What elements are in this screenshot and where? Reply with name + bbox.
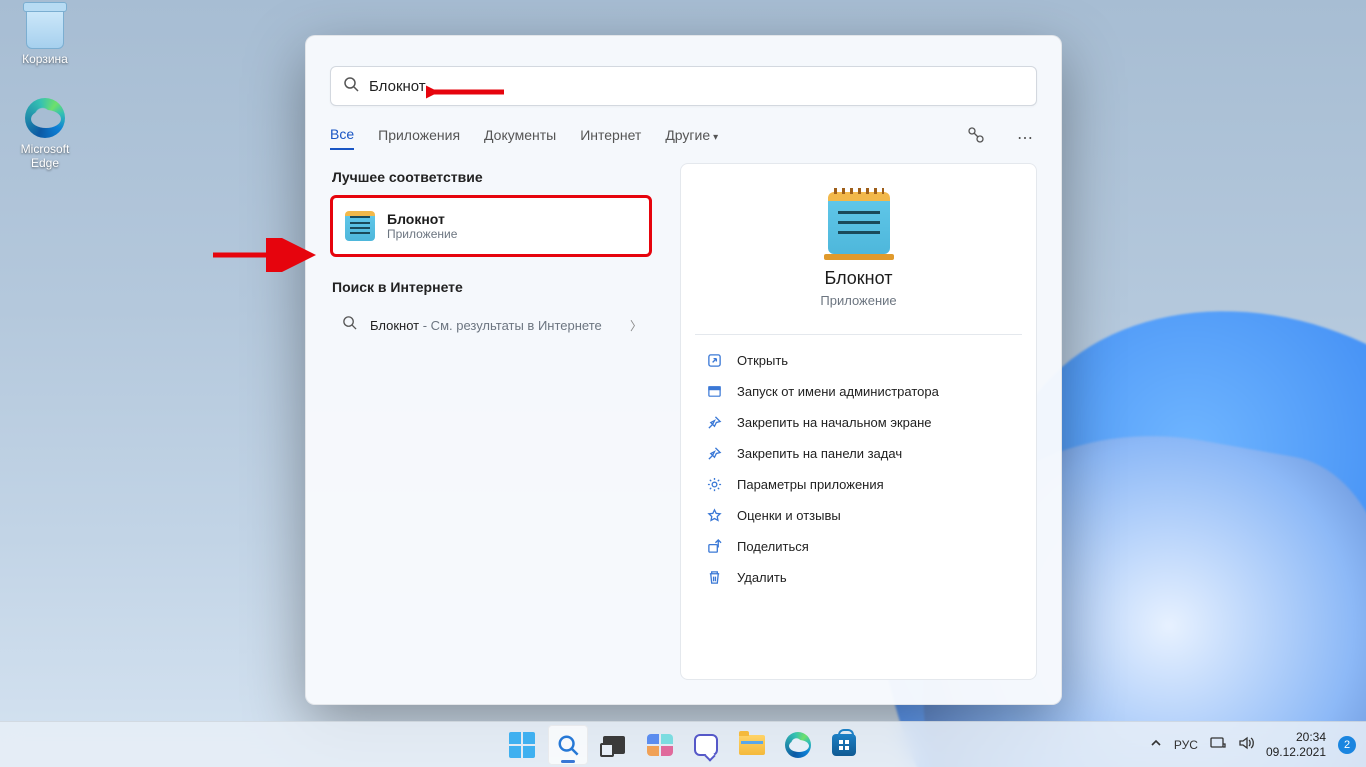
volume-icon[interactable] bbox=[1238, 736, 1254, 753]
search-bar[interactable] bbox=[330, 66, 1037, 106]
action-open[interactable]: Открыть bbox=[701, 345, 1016, 376]
action-label: Удалить bbox=[737, 570, 787, 585]
tab-all[interactable]: Все bbox=[330, 126, 354, 150]
tab-documents[interactable]: Документы bbox=[484, 127, 556, 149]
action-run-as-admin[interactable]: Запуск от имени администратора bbox=[701, 376, 1016, 407]
desktop-icon-label: Корзина bbox=[6, 52, 84, 66]
edge-icon bbox=[23, 96, 67, 140]
taskbar-search-button[interactable] bbox=[548, 725, 588, 765]
action-label: Оценки и отзывы bbox=[737, 508, 841, 523]
action-label: Закрепить на панели задач bbox=[737, 446, 902, 461]
shield-admin-icon bbox=[705, 384, 723, 399]
taskbar: РУС 20:34 09.12.2021 2 bbox=[0, 721, 1366, 767]
details-title: Блокнот bbox=[701, 268, 1016, 289]
search-icon bbox=[343, 76, 359, 97]
share-icon bbox=[705, 539, 723, 554]
action-label: Открыть bbox=[737, 353, 788, 368]
desktop-icon-label: Microsoft Edge bbox=[6, 142, 84, 170]
tab-more[interactable]: Другие▾ bbox=[665, 127, 718, 149]
task-view-button[interactable] bbox=[594, 725, 634, 765]
search-input[interactable] bbox=[369, 78, 1024, 95]
chat-icon bbox=[694, 734, 718, 756]
open-icon bbox=[705, 353, 723, 368]
language-indicator[interactable]: РУС bbox=[1174, 738, 1198, 752]
details-subtitle: Приложение bbox=[701, 293, 1016, 308]
task-view-icon bbox=[603, 736, 625, 754]
recycle-bin-icon bbox=[23, 6, 67, 50]
clock[interactable]: 20:34 09.12.2021 bbox=[1266, 730, 1326, 759]
details-pane: Блокнот Приложение Открыть Запуск от име… bbox=[680, 163, 1037, 680]
date-text: 09.12.2021 bbox=[1266, 745, 1326, 759]
section-web-title: Поиск в Интернете bbox=[332, 279, 652, 295]
action-reviews[interactable]: Оценки и отзывы bbox=[701, 500, 1016, 531]
notepad-icon bbox=[345, 211, 375, 241]
separator bbox=[695, 334, 1022, 335]
web-search-result[interactable]: Блокнот - См. результаты в Интернете 〉 bbox=[330, 305, 652, 345]
action-label: Закрепить на начальном экране bbox=[737, 415, 932, 430]
star-icon bbox=[705, 508, 723, 523]
notepad-large-icon bbox=[828, 192, 890, 254]
filter-tabs: Все Приложения Документы Интернет Другие… bbox=[306, 118, 1061, 163]
quick-search-icon[interactable] bbox=[963, 122, 989, 153]
tab-internet[interactable]: Интернет bbox=[580, 127, 641, 149]
store-icon bbox=[832, 734, 856, 756]
file-explorer-button[interactable] bbox=[732, 725, 772, 765]
action-label: Запуск от имени администратора bbox=[737, 384, 939, 399]
action-label: Параметры приложения bbox=[737, 477, 884, 492]
notification-badge[interactable]: 2 bbox=[1338, 736, 1356, 754]
action-share[interactable]: Поделиться bbox=[701, 531, 1016, 562]
edge-button[interactable] bbox=[778, 725, 818, 765]
trash-icon bbox=[705, 570, 723, 585]
tab-apps[interactable]: Приложения bbox=[378, 127, 460, 149]
pin-icon bbox=[705, 446, 723, 461]
system-tray: РУС 20:34 09.12.2021 2 bbox=[1150, 730, 1356, 759]
results-column: Лучшее соответствие Блокнот Приложение П… bbox=[330, 163, 652, 680]
action-pin-taskbar[interactable]: Закрепить на панели задач bbox=[701, 438, 1016, 469]
best-match-subtitle: Приложение bbox=[387, 227, 457, 241]
action-pin-start[interactable]: Закрепить на начальном экране bbox=[701, 407, 1016, 438]
chevron-right-icon: 〉 bbox=[630, 317, 642, 334]
best-match-title: Блокнот bbox=[387, 211, 457, 227]
edge-icon bbox=[785, 732, 811, 758]
web-result-text: Блокнот - См. результаты в Интернете bbox=[370, 318, 618, 333]
gear-icon bbox=[705, 477, 723, 492]
chat-button[interactable] bbox=[686, 725, 726, 765]
start-button[interactable] bbox=[502, 725, 542, 765]
pin-icon bbox=[705, 415, 723, 430]
action-app-settings[interactable]: Параметры приложения bbox=[701, 469, 1016, 500]
search-icon bbox=[340, 315, 358, 335]
microsoft-store-button[interactable] bbox=[824, 725, 864, 765]
more-options-icon[interactable]: ⋯ bbox=[1013, 124, 1037, 152]
action-uninstall[interactable]: Удалить bbox=[701, 562, 1016, 593]
desktop-icon-recycle-bin[interactable]: Корзина bbox=[6, 6, 84, 66]
desktop: Корзина Microsoft Edge Все Приложения До… bbox=[0, 0, 1366, 767]
widgets-button[interactable] bbox=[640, 725, 680, 765]
taskbar-center bbox=[502, 725, 864, 765]
action-label: Поделиться bbox=[737, 539, 809, 554]
desktop-icon-edge[interactable]: Microsoft Edge bbox=[6, 96, 84, 170]
network-icon[interactable] bbox=[1210, 736, 1226, 753]
start-search-panel: Все Приложения Документы Интернет Другие… bbox=[305, 35, 1062, 705]
windows-logo-icon bbox=[509, 732, 535, 758]
search-icon bbox=[555, 732, 581, 758]
best-match-result[interactable]: Блокнот Приложение bbox=[330, 195, 652, 257]
time-text: 20:34 bbox=[1266, 730, 1326, 744]
widgets-icon bbox=[647, 734, 673, 756]
folder-icon bbox=[739, 735, 765, 755]
chevron-down-icon: ▾ bbox=[713, 132, 718, 143]
section-best-match-title: Лучшее соответствие bbox=[332, 169, 652, 185]
tray-chevron-up-icon[interactable] bbox=[1150, 737, 1162, 752]
